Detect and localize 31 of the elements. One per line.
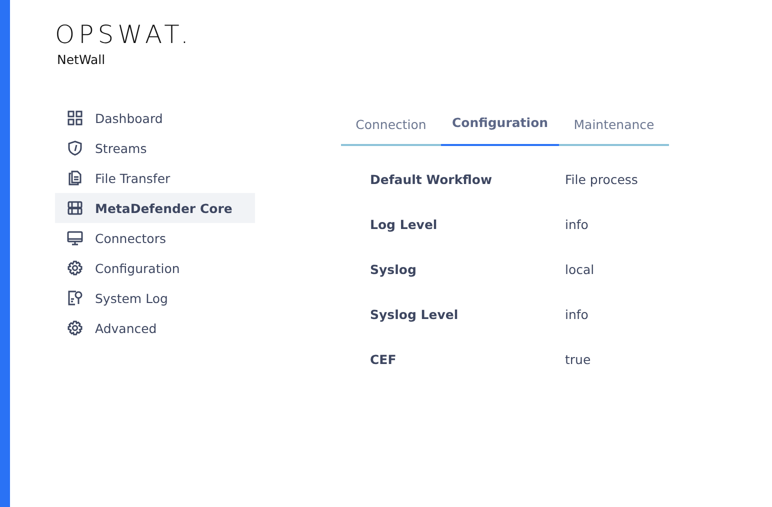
sidebar-item[interactable]: Advanced: [55, 313, 255, 343]
setting-label: Syslog: [370, 262, 418, 279]
tab[interactable]: Configuration: [441, 106, 559, 146]
log-icon: [67, 290, 83, 306]
setting-value: local: [565, 262, 594, 279]
documents-icon: [67, 170, 83, 186]
sidebar-item[interactable]: Dashboard: [55, 103, 255, 133]
logo: OPSWAT.: [55, 20, 194, 50]
setting-value: true: [565, 352, 591, 369]
setting-label: CEF: [370, 352, 398, 369]
sidebar-item[interactable]: Connectors: [55, 223, 255, 253]
setting-value: info: [565, 217, 588, 234]
tab[interactable]: Connection: [341, 106, 441, 146]
shield-icon: [67, 140, 83, 156]
sidebar-item[interactable]: Streams: [55, 133, 255, 163]
sidebar-item[interactable]: MetaDefender Core: [55, 193, 255, 223]
product-name: NetWall: [56, 52, 106, 67]
gear-icon: [67, 260, 83, 276]
setting-label: Log Level: [370, 217, 438, 234]
server-icon: [67, 200, 83, 216]
sidebar-item[interactable]: Configuration: [55, 253, 255, 283]
sidebar-item[interactable]: File Transfer: [55, 163, 255, 193]
setting-value: File process: [565, 172, 638, 189]
setting-label: Default Workflow: [370, 172, 494, 189]
monitor-icon: [67, 230, 83, 246]
grid-icon: [67, 110, 83, 126]
tab[interactable]: Maintenance: [559, 106, 669, 146]
sidebar-item[interactable]: System Log: [55, 283, 255, 313]
setting-label: Syslog Level: [370, 307, 460, 324]
setting-value: info: [565, 307, 588, 324]
gear-icon: [67, 320, 83, 336]
